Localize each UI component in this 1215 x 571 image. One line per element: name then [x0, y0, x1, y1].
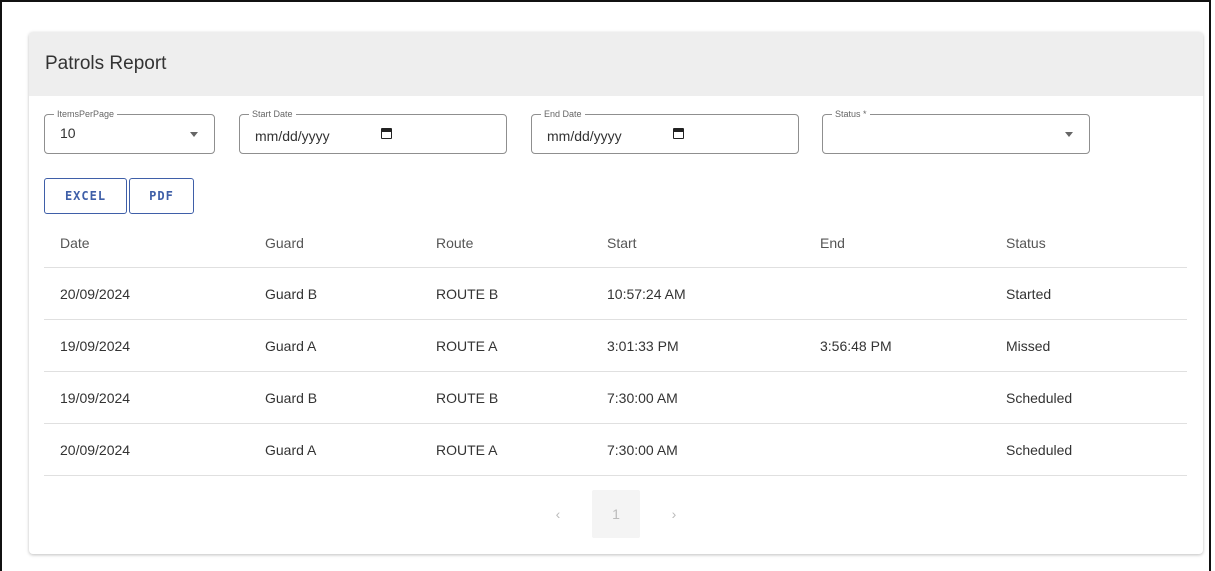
calendar-icon[interactable] — [381, 128, 392, 139]
column-header-start[interactable]: Start — [607, 219, 637, 267]
column-header-end[interactable]: End — [820, 219, 845, 267]
card-header: Patrols Report — [29, 32, 1203, 96]
column-header-status[interactable]: Status — [1006, 219, 1046, 267]
cell-guard: Guard B — [265, 389, 318, 406]
start-date-value: mm/dd/yyyy — [255, 128, 330, 144]
table-row[interactable]: 19/09/2024 Guard A ROUTE A 3:01:33 PM 3:… — [44, 320, 1187, 372]
chevron-down-icon — [190, 132, 198, 137]
cell-guard: Guard A — [265, 337, 317, 354]
cell-route: ROUTE A — [436, 337, 498, 354]
excel-export-button[interactable]: EXCEL — [44, 178, 127, 214]
patrols-report-card: Patrols Report ItemsPerPage 10 Start Dat… — [29, 32, 1203, 554]
column-header-guard[interactable]: Guard — [265, 219, 304, 267]
page-title: Patrols Report — [45, 53, 167, 74]
cell-date: 20/09/2024 — [60, 441, 131, 458]
table-row[interactable]: 20/09/2024 Guard B ROUTE B 10:57:24 AM S… — [44, 268, 1187, 320]
cell-start: 7:30:00 AM — [607, 389, 678, 406]
patrols-table: Date Guard Route Start End Status 20/09/… — [44, 219, 1187, 476]
status-select[interactable]: Status * — [822, 108, 1090, 154]
column-header-date[interactable]: Date — [60, 219, 90, 267]
cell-route: ROUTE B — [436, 389, 499, 406]
pdf-export-button[interactable]: PDF — [129, 178, 194, 214]
cell-status: Scheduled — [1006, 441, 1073, 458]
table-row[interactable]: 20/09/2024 Guard A ROUTE A 7:30:00 AM Sc… — [44, 424, 1187, 476]
cell-status: Missed — [1006, 337, 1051, 354]
cell-start: 7:30:00 AM — [607, 441, 678, 458]
cell-status: Started — [1006, 285, 1052, 302]
cell-route: ROUTE A — [436, 441, 498, 458]
cell-start: 3:01:33 PM — [607, 337, 679, 354]
end-date-field[interactable]: End Date mm/dd/yyyy — [531, 108, 799, 154]
table-row[interactable]: 19/09/2024 Guard B ROUTE B 7:30:00 AM Sc… — [44, 372, 1187, 424]
cell-start: 10:57:24 AM — [607, 285, 686, 302]
cell-guard: Guard B — [265, 285, 318, 302]
cell-status: Scheduled — [1006, 389, 1073, 406]
chevron-down-icon — [1065, 132, 1073, 137]
cell-guard: Guard A — [265, 441, 317, 458]
calendar-icon[interactable] — [673, 128, 684, 139]
end-date-value: mm/dd/yyyy — [547, 128, 622, 144]
table-header-row: Date Guard Route Start End Status — [44, 219, 1187, 268]
column-header-route[interactable]: Route — [436, 219, 473, 267]
cell-date: 20/09/2024 — [60, 285, 131, 302]
cell-date: 19/09/2024 — [60, 389, 131, 406]
page-number-button[interactable]: 1 — [592, 490, 640, 538]
pagination: ‹ 1 › — [29, 490, 1203, 538]
cell-end: 3:56:48 PM — [820, 337, 892, 354]
start-date-label: Start Date — [249, 108, 296, 120]
cell-date: 19/09/2024 — [60, 337, 131, 354]
next-page-button[interactable]: › — [650, 490, 698, 538]
items-per-page-label: ItemsPerPage — [54, 108, 118, 120]
cell-route: ROUTE B — [436, 285, 499, 302]
start-date-field[interactable]: Start Date mm/dd/yyyy — [239, 108, 507, 154]
previous-page-button[interactable]: ‹ — [534, 490, 582, 538]
items-per-page-value: 10 — [60, 125, 76, 141]
items-per-page-select[interactable]: ItemsPerPage 10 — [44, 108, 215, 154]
end-date-label: End Date — [541, 108, 585, 120]
status-label: Status * — [832, 108, 870, 120]
